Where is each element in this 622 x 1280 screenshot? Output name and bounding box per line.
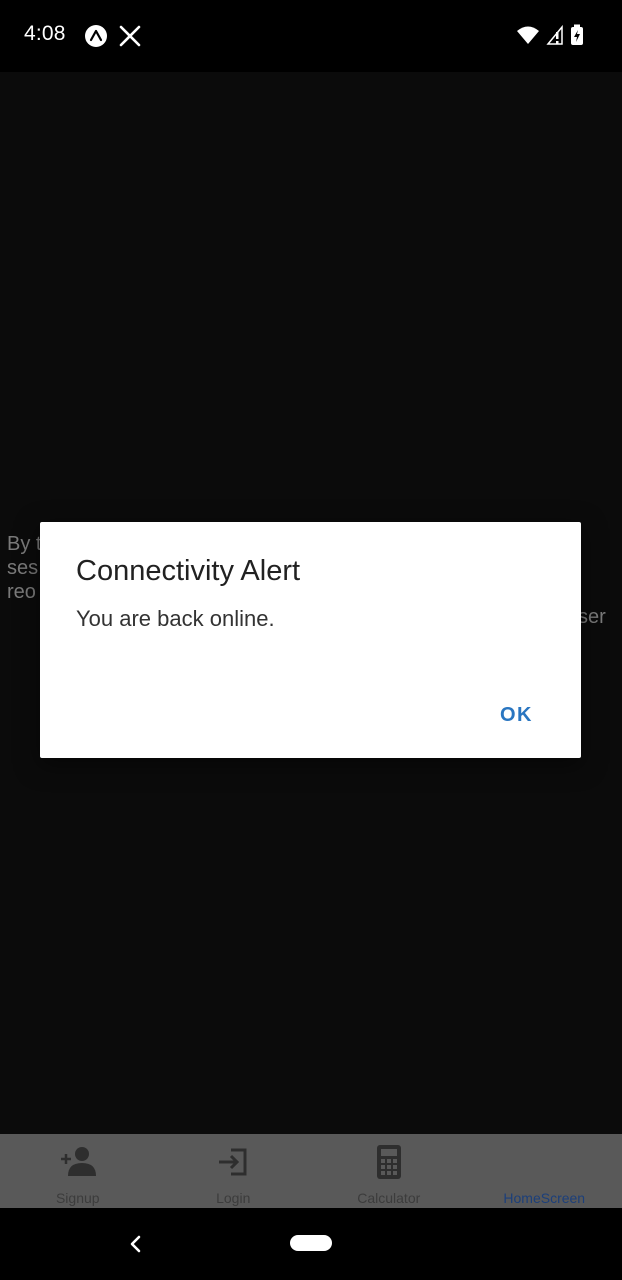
- wifi-icon: [517, 26, 539, 44]
- tab-bar: Signup Login Calculator HomeScreen: [0, 1134, 622, 1208]
- home-pill[interactable]: [290, 1235, 332, 1251]
- tab-label: HomeScreen: [503, 1190, 586, 1206]
- tab-homescreen[interactable]: HomeScreen: [467, 1134, 622, 1208]
- tab-calculator[interactable]: Calculator: [311, 1134, 467, 1208]
- add-user-icon: [60, 1147, 96, 1176]
- tab-label: Signup: [55, 1190, 100, 1206]
- dialog-title: Connectivity Alert: [76, 555, 301, 587]
- calculator-icon: [376, 1145, 401, 1179]
- battery-icon: [571, 24, 583, 45]
- dialog-message: You are back online.: [76, 606, 275, 631]
- status-bar: 4:08: [0, 0, 622, 72]
- status-time: 4:08: [24, 22, 66, 45]
- status-right-icons: [516, 24, 584, 46]
- x-icon: [119, 25, 141, 47]
- background-text-right: ser: [578, 606, 606, 628]
- tab-login[interactable]: Login: [156, 1134, 312, 1208]
- tab-label: Login: [216, 1190, 251, 1206]
- back-icon[interactable]: [124, 1232, 148, 1256]
- connectivity-alert-dialog: Connectivity Alert You are back online. …: [40, 522, 581, 758]
- tab-label: Calculator: [357, 1190, 421, 1206]
- signal-icon: [546, 25, 563, 45]
- login-icon: [219, 1148, 247, 1176]
- ok-button[interactable]: OK: [500, 704, 533, 727]
- tab-signup[interactable]: Signup: [0, 1134, 156, 1208]
- home-icon: [524, 1142, 564, 1182]
- expo-icon: [85, 25, 107, 47]
